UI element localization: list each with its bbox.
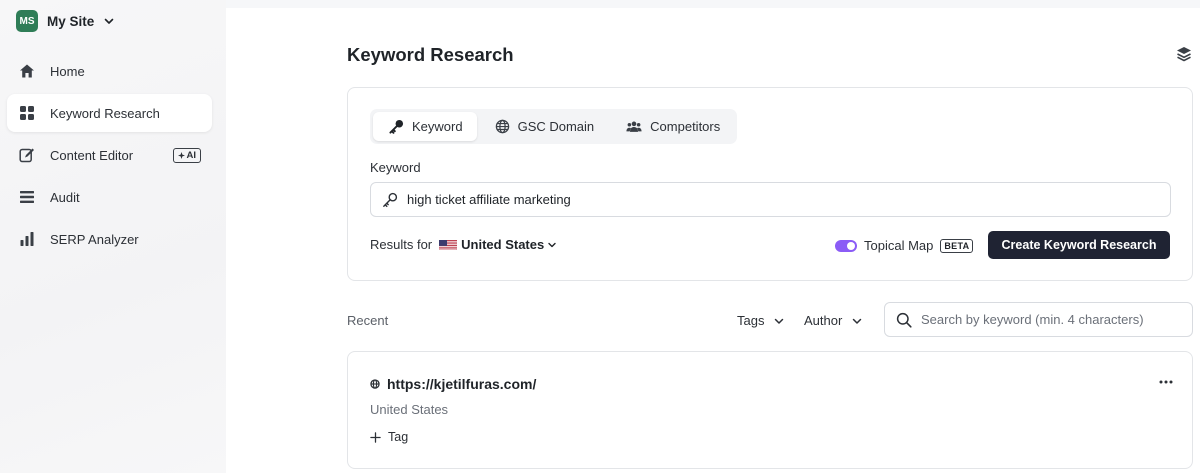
create-keyword-research-button[interactable]: Create Keyword Research bbox=[988, 231, 1170, 259]
sidebar-item-home[interactable]: Home bbox=[7, 52, 212, 90]
tab-label: GSC Domain bbox=[517, 119, 595, 134]
recent-search-input[interactable] bbox=[921, 312, 1181, 327]
results-for: Results for United States bbox=[370, 237, 557, 252]
recent-item-link[interactable]: https://kjetilfuras.com/ bbox=[387, 376, 536, 392]
tags-filter-label: Tags bbox=[737, 313, 765, 328]
sidebar-item-audit[interactable]: Audit bbox=[7, 178, 212, 216]
ai-badge-label: AI bbox=[186, 150, 197, 161]
users-icon bbox=[626, 121, 642, 132]
keyword-input[interactable] bbox=[407, 192, 1107, 207]
key-icon bbox=[383, 192, 398, 207]
country-name: United States bbox=[461, 237, 545, 252]
site-badge: MS bbox=[16, 10, 38, 32]
site-name: My Site bbox=[47, 13, 95, 29]
plus-icon bbox=[370, 431, 381, 443]
topical-map-toggle[interactable] bbox=[835, 239, 857, 252]
research-type-tabs: Keyword GSC Domain Competitors bbox=[370, 109, 738, 144]
sidebar-item-serp-analyzer[interactable]: SERP Analyzer bbox=[7, 220, 212, 258]
layers-icon[interactable] bbox=[1176, 46, 1192, 67]
sidebar-item-label: Home bbox=[50, 63, 85, 79]
page-title: Keyword Research bbox=[347, 44, 514, 65]
more-options-icon[interactable] bbox=[1158, 374, 1174, 395]
globe-icon bbox=[370, 379, 380, 389]
add-tag-button[interactable]: Tag bbox=[370, 430, 408, 444]
keyword-research-form: Keyword GSC Domain Competitors Keyword R… bbox=[347, 87, 1193, 281]
add-tag-label: Tag bbox=[388, 430, 409, 444]
edit-icon bbox=[19, 147, 35, 163]
tab-label: Competitors bbox=[650, 119, 721, 134]
sidebar: MS My Site Home Keyword Research Content… bbox=[0, 0, 226, 473]
country-selector[interactable]: United States bbox=[461, 237, 557, 252]
grid-icon bbox=[19, 105, 35, 121]
chevron-down-icon bbox=[104, 18, 114, 24]
bar-chart-icon bbox=[19, 231, 35, 247]
tab-competitors[interactable]: Competitors bbox=[610, 112, 734, 141]
chevron-down-icon bbox=[775, 318, 784, 324]
tab-gsc-domain[interactable]: GSC Domain bbox=[479, 112, 609, 141]
sidebar-item-keyword-research[interactable]: Keyword Research bbox=[7, 94, 212, 132]
recent-item-title: https://kjetilfuras.com/ bbox=[370, 376, 536, 392]
topical-map-label: Topical Map bbox=[864, 238, 934, 253]
keyword-input-box[interactable] bbox=[370, 182, 1171, 217]
sidebar-item-label: SERP Analyzer bbox=[50, 231, 139, 247]
topical-map-toggle-group: Topical Map BETA bbox=[835, 238, 974, 253]
sidebar-item-label: Content Editor bbox=[50, 147, 134, 163]
sidebar-item-label: Keyword Research bbox=[50, 105, 160, 121]
keyword-field-label: Keyword bbox=[370, 160, 421, 175]
list-icon bbox=[19, 189, 35, 205]
globe-icon bbox=[495, 119, 509, 134]
sparkle-icon bbox=[177, 152, 185, 159]
ai-badge: AI bbox=[172, 148, 201, 163]
tab-label: Keyword bbox=[412, 119, 463, 134]
author-filter[interactable]: Author bbox=[804, 313, 863, 328]
tags-filter[interactable]: Tags bbox=[737, 313, 785, 328]
recent-item[interactable]: https://kjetilfuras.com/ United States T… bbox=[347, 351, 1193, 469]
recent-item-country: United States bbox=[370, 402, 449, 417]
chevron-down-icon bbox=[853, 318, 862, 324]
chevron-down-icon bbox=[548, 242, 556, 247]
sidebar-nav: Home Keyword Research Content Editor AI … bbox=[7, 52, 212, 262]
tab-keyword[interactable]: Keyword bbox=[373, 112, 477, 141]
home-icon bbox=[19, 63, 35, 79]
sidebar-item-content-editor[interactable]: Content Editor AI bbox=[7, 136, 212, 174]
site-switcher[interactable]: MS My Site bbox=[16, 10, 115, 32]
key-icon bbox=[389, 119, 404, 134]
results-for-label: Results for bbox=[370, 237, 433, 252]
beta-badge: BETA bbox=[940, 238, 974, 253]
recent-heading: Recent bbox=[347, 313, 389, 328]
main-content: Keyword Research Keyword GSC Domain Comp… bbox=[226, 8, 1200, 473]
search-icon bbox=[896, 312, 912, 328]
author-filter-label: Author bbox=[804, 313, 843, 328]
sidebar-item-label: Audit bbox=[50, 189, 80, 205]
recent-search-box[interactable] bbox=[884, 302, 1193, 337]
us-flag-icon bbox=[439, 239, 458, 250]
